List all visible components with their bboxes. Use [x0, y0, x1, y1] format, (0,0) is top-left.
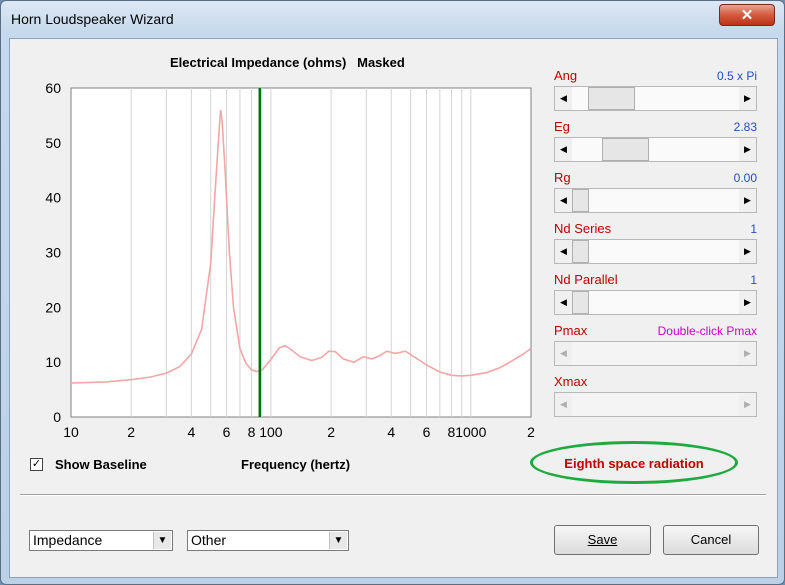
cancel-button[interactable]: Cancel [663, 525, 759, 555]
save-button[interactable]: Save [554, 525, 651, 555]
title-bar[interactable]: Horn Loudspeaker Wizard ✕ [1, 1, 784, 35]
x-tick-label: 4 [387, 424, 395, 440]
show-baseline-checkbox[interactable]: ✓ [30, 458, 43, 471]
scroll-track[interactable] [572, 240, 739, 263]
x-tick-label: 6 [223, 424, 231, 440]
y-tick-label: 10 [45, 354, 61, 370]
x-tick-label: 10 [63, 424, 79, 440]
impedance-chart: 0102030405060 10 2 4 6 8 100 2 4 6 8 1000 2 [45, 80, 535, 440]
scroll-track[interactable] [572, 189, 739, 212]
window-title: Horn Loudspeaker Wizard [11, 11, 174, 27]
x-tick-label: 2 [327, 424, 335, 440]
scroll-thumb[interactable] [587, 87, 635, 110]
scroll-right-icon[interactable]: ▶ [739, 240, 756, 263]
x-tick-label: 4 [187, 424, 195, 440]
label-xmax: Xmax [554, 374, 588, 389]
y-tick-label: 0 [53, 409, 61, 425]
scroll-left-icon[interactable]: ◀ [555, 393, 572, 416]
scroll-right-icon[interactable]: ▶ [739, 189, 756, 212]
close-button[interactable]: ✕ [719, 4, 775, 26]
scroll-left-icon[interactable]: ◀ [555, 240, 572, 263]
x-axis-label: Frequency (hertz) [241, 457, 351, 472]
chevron-down-icon[interactable]: ▼ [153, 532, 171, 549]
x-tick-label: 2 [127, 424, 135, 440]
x-tick-label: 2 [527, 424, 535, 440]
other-dropdown-value: Other [191, 532, 227, 548]
radiation-highlight: Eighth space radiation [530, 441, 738, 484]
label-rg: Rg [554, 170, 571, 185]
scrollbar-ang[interactable]: ◀ ▶ [554, 86, 757, 111]
label-nd-parallel: Nd Parallel [554, 272, 618, 287]
scrollbar-eg[interactable]: ◀ ▶ [554, 137, 757, 162]
label-pmax: Pmax [554, 323, 588, 338]
other-dropdown[interactable]: Other ▼ [187, 530, 349, 551]
radiation-mode-label[interactable]: Eighth space radiation [533, 456, 735, 471]
scroll-thumb[interactable] [572, 189, 589, 212]
scroll-thumb[interactable] [602, 138, 649, 161]
y-tick-label: 50 [45, 135, 61, 151]
scroll-track[interactable] [572, 393, 739, 416]
scroll-track[interactable] [572, 87, 739, 110]
y-tick-label: 60 [45, 80, 61, 96]
save-button-label: Save [587, 532, 618, 547]
scroll-right-icon[interactable]: ▶ [739, 87, 756, 110]
value-eg: 2.83 [733, 120, 757, 134]
label-eg: Eg [554, 119, 570, 134]
y-tick-label: 20 [45, 299, 61, 315]
scroll-right-icon[interactable]: ▶ [739, 291, 756, 314]
value-pmax: Double-click Pmax [657, 324, 757, 338]
x-tick-label: 1000 [455, 424, 486, 440]
scroll-thumb[interactable] [572, 291, 589, 314]
scroll-track[interactable] [572, 138, 739, 161]
value-nd-series: 1 [750, 222, 757, 236]
graph-type-dropdown[interactable]: Impedance ▼ [29, 530, 173, 551]
x-tick-label: 8 [248, 424, 256, 440]
show-baseline-label[interactable]: Show Baseline [55, 457, 147, 472]
scrollbar-pmax[interactable]: ◀ ▶ [554, 341, 757, 366]
scroll-track[interactable] [572, 291, 739, 314]
scroll-thumb[interactable] [572, 240, 589, 263]
checkmark-icon: ✓ [31, 458, 42, 470]
scrollbar-nd-parallel[interactable]: ◀ ▶ [554, 290, 757, 315]
window: Horn Loudspeaker Wizard ✕ Electrical Imp… [0, 0, 785, 585]
graph-type-value: Impedance [33, 532, 103, 548]
scrollbar-xmax[interactable]: ◀ ▶ [554, 392, 757, 417]
scroll-right-icon[interactable]: ▶ [739, 393, 756, 416]
scrollbar-nd-series[interactable]: ◀ ▶ [554, 239, 757, 264]
y-tick-label: 30 [45, 245, 61, 261]
y-tick-label: 40 [45, 190, 61, 206]
scroll-right-icon[interactable]: ▶ [739, 138, 756, 161]
scroll-left-icon[interactable]: ◀ [555, 291, 572, 314]
scrollbar-rg[interactable]: ◀ ▶ [554, 188, 757, 213]
label-nd-series: Nd Series [554, 221, 612, 236]
scroll-left-icon[interactable]: ◀ [555, 87, 572, 110]
chevron-down-icon[interactable]: ▼ [329, 532, 347, 549]
value-ang: 0.5 x Pi [716, 69, 757, 83]
label-ang: Ang [554, 68, 578, 83]
separator [20, 494, 766, 496]
scroll-right-icon[interactable]: ▶ [739, 342, 756, 365]
scroll-left-icon[interactable]: ◀ [555, 138, 572, 161]
scroll-track[interactable] [572, 342, 739, 365]
x-tick-label: 100 [259, 424, 283, 440]
dialog-body: Electrical Impedance (ohms) Masked 0 10 20… [9, 38, 778, 578]
value-nd-parallel: 1 [750, 273, 757, 287]
scroll-left-icon[interactable]: ◀ [555, 342, 572, 365]
scroll-left-icon[interactable]: ◀ [555, 189, 572, 212]
x-tick-label: 6 [423, 424, 431, 440]
value-rg: 0.00 [733, 171, 757, 185]
